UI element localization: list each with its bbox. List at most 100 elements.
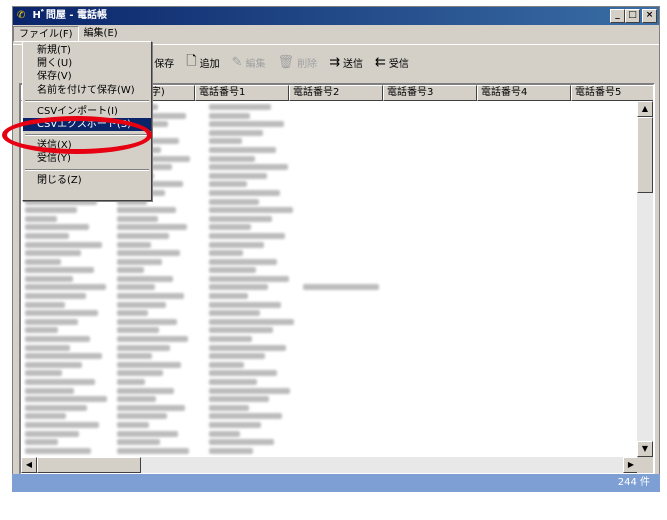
blurred-cell — [25, 318, 78, 325]
scroll-up-arrow-icon[interactable]: ▲ — [637, 101, 653, 117]
list-item[interactable] — [21, 301, 639, 310]
list-item[interactable] — [21, 283, 639, 292]
column-header-phone2[interactable]: 電話番号2 — [289, 85, 383, 101]
list-item[interactable] — [21, 369, 639, 378]
blurred-cell — [209, 327, 273, 334]
vertical-scroll-thumb[interactable] — [637, 117, 653, 193]
list-item[interactable] — [21, 266, 639, 275]
blurred-cell — [209, 121, 284, 128]
blurred-cell — [117, 232, 169, 239]
blurred-cell — [117, 327, 159, 334]
blurred-cell — [25, 336, 90, 343]
menu-item-csv-import[interactable]: CSVインポート(I) — [23, 105, 151, 118]
column-header-phone4[interactable]: 電話番号4 — [477, 85, 571, 101]
blurred-cell — [117, 387, 174, 394]
blurred-cell — [209, 198, 259, 205]
blurred-cell — [25, 275, 73, 282]
blurred-cell — [25, 430, 79, 437]
maximize-button[interactable]: □ — [625, 9, 640, 23]
menu-item-close[interactable]: 閉じる(Z) — [23, 174, 151, 187]
scroll-left-arrow-icon[interactable]: ◀ — [21, 457, 37, 473]
horizontal-scrollbar[interactable]: ◀ ▶ — [21, 457, 639, 473]
list-item[interactable] — [21, 361, 639, 370]
menu-item-send[interactable]: 送信(X) — [23, 139, 151, 152]
add-toolbar-label: 追加 — [199, 59, 220, 70]
list-item[interactable] — [21, 378, 639, 387]
list-item[interactable] — [21, 309, 639, 318]
receive-icon: ⇇ — [374, 55, 386, 70]
blurred-cell — [209, 181, 247, 188]
column-header-phone5[interactable]: 電話番号5 — [571, 85, 653, 101]
blurred-cell — [117, 370, 163, 377]
blurred-cell — [209, 241, 264, 248]
horizontal-scroll-thumb[interactable] — [37, 457, 141, 473]
list-item[interactable] — [21, 387, 639, 396]
list-item[interactable] — [21, 215, 639, 224]
list-item[interactable] — [21, 258, 639, 267]
receive-toolbar-label: 受信 — [388, 59, 409, 70]
blurred-cell — [209, 439, 274, 446]
list-item[interactable] — [21, 249, 639, 258]
delete-toolbar-button[interactable]: 🗑 削除 — [272, 52, 324, 74]
blurred-cell — [117, 215, 158, 222]
list-item[interactable] — [21, 223, 639, 232]
menu-item-csv-export[interactable]: CSVエクスポート(S) — [23, 117, 151, 132]
close-button[interactable]: × — [642, 9, 657, 23]
blurred-cell — [117, 267, 144, 274]
blurred-cell — [117, 447, 189, 454]
blurred-cell — [209, 430, 240, 437]
list-item[interactable] — [21, 395, 639, 404]
vertical-scrollbar[interactable]: ▲ ▼ — [637, 101, 653, 457]
blurred-cell — [25, 258, 61, 265]
blurred-cell — [209, 318, 294, 325]
list-item[interactable] — [21, 447, 639, 456]
blurred-cell — [209, 258, 277, 265]
list-item[interactable] — [21, 344, 639, 353]
blurred-cell — [25, 447, 91, 454]
blurred-cell — [25, 241, 102, 248]
menu-item-save[interactable]: 保存(V) — [23, 70, 151, 83]
list-item[interactable] — [21, 404, 639, 413]
receive-toolbar-button[interactable]: ⇇ 受信 — [369, 52, 415, 74]
blurred-cell — [209, 344, 286, 351]
list-item[interactable] — [21, 326, 639, 335]
blurred-cell — [117, 396, 156, 403]
blurred-cell — [25, 379, 95, 385]
menu-item-save-as[interactable]: 名前を付けて保存(W) — [23, 84, 151, 97]
menu-file[interactable]: ファイル(F) — [13, 26, 79, 42]
blurred-cell — [303, 284, 379, 291]
column-header-phone1[interactable]: 電話番号1 — [195, 85, 289, 101]
list-item[interactable] — [21, 232, 639, 241]
menu-item-receive[interactable]: 受信(Y) — [23, 152, 151, 165]
column-header-phone3[interactable]: 電話番号3 — [383, 85, 477, 101]
list-item[interactable] — [21, 335, 639, 344]
edit-toolbar-label: 編集 — [245, 59, 266, 70]
minimize-button[interactable]: _ — [610, 9, 625, 23]
list-item[interactable] — [21, 241, 639, 250]
list-item[interactable] — [21, 430, 639, 439]
edit-toolbar-button[interactable]: ✎ 編集 — [226, 52, 272, 74]
menu-item-open[interactable]: 開く(U) — [23, 57, 151, 70]
title-bar[interactable]: ✆ Hﾞ問屋 - 電話帳 _ □ × — [13, 7, 659, 25]
list-item[interactable] — [21, 318, 639, 327]
list-item[interactable] — [21, 352, 639, 361]
blurred-cell — [209, 361, 244, 368]
send-toolbar-button[interactable]: ⇉ 送信 — [323, 52, 369, 74]
scroll-down-arrow-icon[interactable]: ▼ — [637, 441, 653, 457]
blurred-cell — [117, 241, 151, 248]
list-item[interactable] — [21, 412, 639, 421]
blurred-cell — [117, 379, 145, 385]
menu-item-new[interactable]: 新規(T) — [23, 44, 151, 57]
menu-edit[interactable]: 編集(E) — [79, 26, 123, 42]
add-toolbar-button[interactable]: 🗋 追加 — [180, 52, 225, 74]
list-item[interactable] — [21, 421, 639, 430]
blurred-cell — [209, 129, 263, 136]
blurred-cell — [209, 164, 288, 171]
file-menu-dropdown: 新規(T) 開く(U) 保存(V) 名前を付けて保存(W) CSVインポート(I… — [22, 41, 152, 201]
blurred-cell — [209, 215, 272, 222]
list-item[interactable] — [21, 438, 639, 447]
list-item[interactable] — [21, 275, 639, 284]
list-item[interactable] — [21, 206, 639, 215]
list-item[interactable] — [21, 292, 639, 301]
menu-separator — [25, 168, 149, 171]
